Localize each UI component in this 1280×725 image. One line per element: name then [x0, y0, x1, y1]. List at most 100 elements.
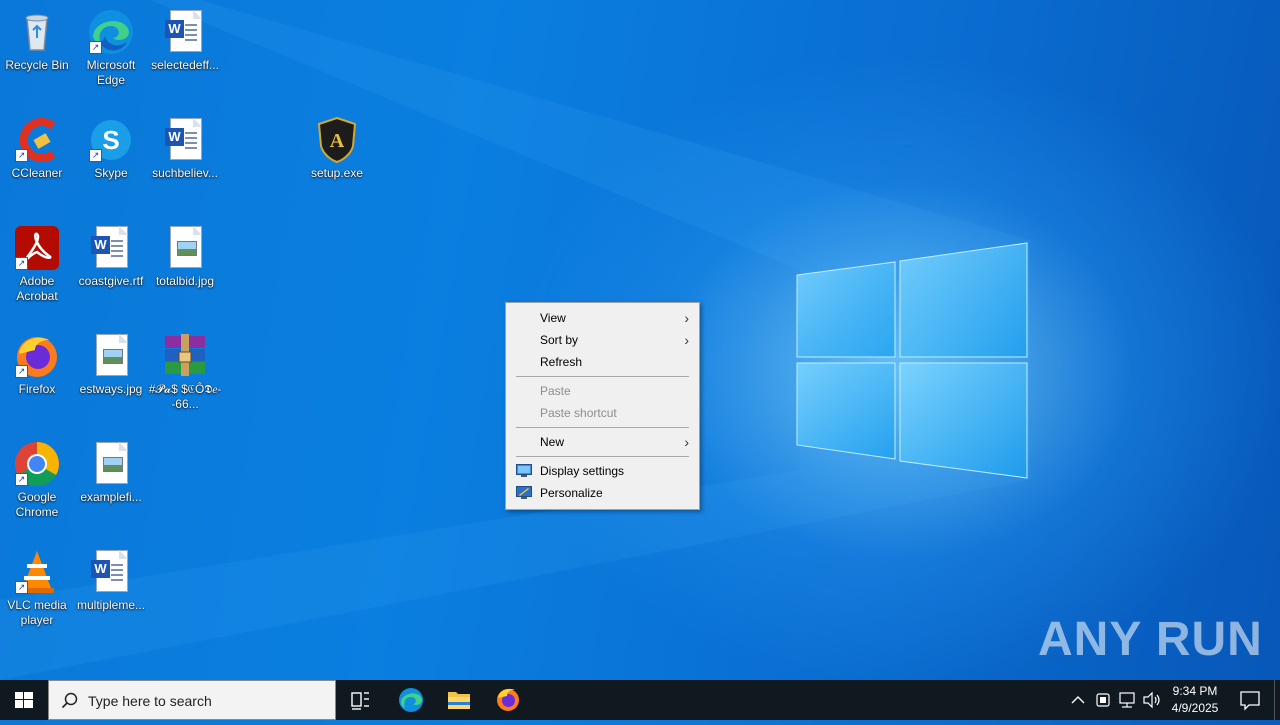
desktop-icon-label: Google Chrome [15, 490, 59, 519]
desktop-icon-multipleme[interactable]: W multipleme... [74, 548, 148, 613]
task-view-icon [351, 692, 369, 710]
personalize-icon [516, 486, 532, 499]
shortcut-arrow-icon: ↗ [89, 149, 102, 162]
menu-item-label: View [540, 311, 566, 325]
firefox-icon [497, 688, 519, 711]
shortcut-arrow-icon: ↗ [15, 473, 28, 486]
menu-item-paste[interactable]: Paste [506, 380, 699, 402]
desktop-icon-label: examplefi... [80, 490, 142, 504]
task-view-button[interactable] [338, 680, 382, 720]
shortcut-arrow-icon: ↗ [15, 365, 28, 378]
notification-icon [1240, 691, 1260, 711]
desktop-icon-skype[interactable]: S ↗ Skype [74, 116, 148, 181]
desktop-icon-recycle-bin[interactable]: Recycle Bin [0, 8, 74, 73]
desktop-icon-label: selectedeff... [151, 58, 219, 72]
shortcut-arrow-icon: ↗ [15, 149, 28, 162]
desktop-icon-label: Microsoft Edge [86, 58, 136, 87]
menu-item-label: Refresh [540, 355, 583, 369]
word-document-icon: W [161, 8, 209, 56]
defender-shield-icon [1096, 693, 1110, 707]
windows-logo-icon [15, 692, 33, 708]
shield-app-icon: A [313, 116, 361, 164]
winrar-archive-icon [161, 332, 209, 380]
menu-item-label: Paste [540, 384, 571, 398]
desktop-icon-label: #𝓟𝓪$ $ℭÔ𝕯𝑒--66... [148, 382, 222, 411]
desktop-icon-firefox[interactable]: ↗ Firefox [0, 332, 74, 397]
desktop-icon-vlc[interactable]: ↗ VLC media player [0, 548, 74, 628]
tray-volume-button[interactable] [1140, 680, 1164, 720]
skype-icon: S ↗ [87, 116, 135, 164]
word-document-icon: W [87, 548, 135, 596]
image-file-icon [87, 440, 135, 488]
desktop-icon-microsoft-edge[interactable]: ↗ Microsoft Edge [74, 8, 148, 88]
chevron-right-icon: › [684, 332, 689, 348]
desktop-icon-label: Recycle Bin [5, 58, 69, 72]
word-document-icon: W [161, 116, 209, 164]
word-document-icon: W [87, 224, 135, 272]
desktop-icon-label: suchbeliev... [152, 166, 218, 180]
desktop-icon-label: CCleaner [11, 166, 63, 180]
desktop-icon-ccleaner[interactable]: ↗ CCleaner [0, 116, 74, 181]
menu-item-personalize[interactable]: Personalize [506, 482, 699, 504]
menu-separator [516, 427, 689, 428]
menu-separator [516, 376, 689, 377]
show-desktop-button[interactable] [1274, 680, 1280, 720]
menu-item-label: Paste shortcut [540, 406, 617, 420]
menu-item-label: New [540, 435, 565, 449]
search-icon [61, 692, 78, 709]
menu-item-new[interactable]: New › [506, 431, 699, 453]
desktop-icon-winrar-archive[interactable]: #𝓟𝓪$ $ℭÔ𝕯𝑒--66... [148, 332, 222, 412]
desktop-icon-adobe-acrobat[interactable]: ↗ Adobe Acrobat [0, 224, 74, 304]
taskbar-edge-button[interactable] [389, 680, 433, 720]
display-icon [516, 464, 532, 477]
desktop-icon-suchbeliev[interactable]: W suchbeliev... [148, 116, 222, 181]
vlc-icon: ↗ [13, 548, 61, 596]
menu-item-sort-by[interactable]: Sort by › [506, 329, 699, 351]
search-placeholder: Type here to search [88, 693, 212, 709]
action-center-button[interactable] [1230, 680, 1270, 720]
taskbar-file-explorer-button[interactable] [437, 680, 481, 720]
network-icon [1119, 692, 1135, 708]
desktop-icon-label: VLC media player [7, 598, 67, 627]
edge-icon [399, 688, 423, 712]
desktop-icon-examplefi[interactable]: examplefi... [74, 440, 148, 505]
desktop-icon-google-chrome[interactable]: ↗ Google Chrome [0, 440, 74, 520]
desktop-icon-label: Skype [94, 166, 128, 180]
chrome-icon: ↗ [13, 440, 61, 488]
menu-item-view[interactable]: View › [506, 307, 699, 329]
start-button[interactable] [0, 680, 48, 720]
svg-text:A: A [330, 130, 345, 152]
taskbar-firefox-button[interactable] [486, 680, 530, 720]
desktop-icon-estways-jpg[interactable]: estways.jpg [74, 332, 148, 397]
show-hidden-icons-button[interactable] [1066, 680, 1090, 720]
desktop-icon-totalbid-jpg[interactable]: totalbid.jpg [148, 224, 222, 289]
menu-item-paste-shortcut[interactable]: Paste shortcut [506, 402, 699, 424]
desktop-context-menu: View › Sort by › Refresh Paste Paste sho… [505, 302, 700, 510]
desktop-icon-label: Adobe Acrobat [16, 274, 58, 303]
shortcut-arrow-icon: ↗ [15, 257, 28, 270]
clock-date: 4/9/2025 [1171, 701, 1219, 715]
ccleaner-icon: ↗ [13, 116, 61, 164]
tray-clock[interactable]: 9:34 PM 4/9/2025 [1166, 680, 1224, 720]
acrobat-icon: ↗ [13, 224, 61, 272]
clock-time: 9:34 PM [1172, 684, 1218, 698]
chevron-up-icon [1071, 696, 1085, 704]
anyrun-watermark: ANY RUN [1038, 613, 1263, 666]
shortcut-arrow-icon: ↗ [89, 41, 102, 54]
desktop-icon-coastgive-rtf[interactable]: W coastgive.rtf [74, 224, 148, 289]
menu-item-refresh[interactable]: Refresh [506, 351, 699, 373]
edge-icon: ↗ [87, 8, 135, 56]
desktop-icon-label: multipleme... [76, 598, 146, 612]
desktop-icon-selectedeff[interactable]: W selectedeff... [148, 8, 222, 73]
desktop-icon-label: estways.jpg [79, 382, 143, 396]
desktop-icon-setup-exe[interactable]: A setup.exe [300, 116, 374, 181]
taskbar-search-box[interactable]: Type here to search [48, 680, 336, 720]
image-file-icon [87, 332, 135, 380]
menu-separator [516, 456, 689, 457]
menu-item-display-settings[interactable]: Display settings [506, 460, 699, 482]
taskbar: Type here to search 9:34 PM 4/9/2025 [0, 680, 1280, 720]
tray-network-button[interactable] [1115, 680, 1139, 720]
tray-security-button[interactable] [1092, 680, 1114, 720]
image-file-icon [161, 224, 209, 272]
menu-item-label: Display settings [540, 464, 625, 478]
